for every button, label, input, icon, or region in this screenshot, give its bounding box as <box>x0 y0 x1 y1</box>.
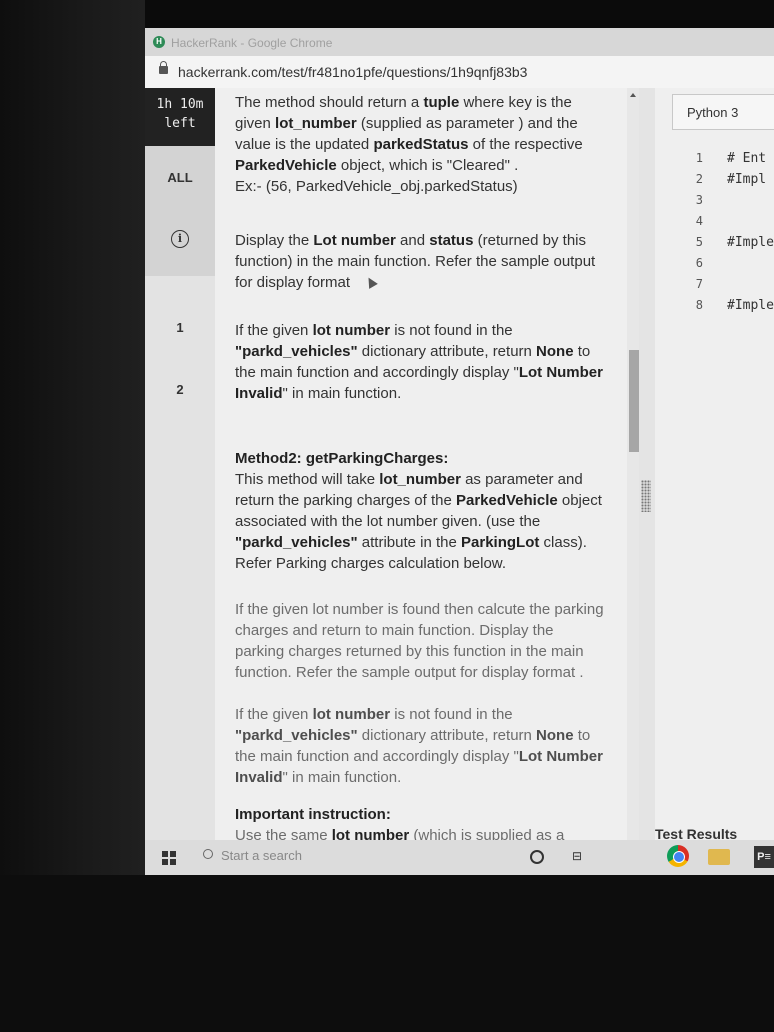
return-tuple-paragraph: The method should return a tuple where k… <box>235 94 583 195</box>
language-select[interactable]: Python 3 <box>672 94 774 130</box>
sidebar-item-info[interactable]: i <box>145 208 215 276</box>
code-line[interactable]: 4 <box>655 214 774 234</box>
pane-splitter[interactable] <box>639 88 655 875</box>
chrome-icon[interactable] <box>667 845 689 867</box>
sidebar-item-all[interactable]: ALL <box>145 146 215 208</box>
cortana-icon[interactable] <box>530 850 544 864</box>
windows-taskbar: Start a search ⊟ P≡ <box>145 840 774 875</box>
scroll-up-arrow-icon[interactable] <box>630 93 636 97</box>
display-paragraph: Display the Lot number and status (retur… <box>235 232 596 291</box>
line-number: 8 <box>695 298 703 312</box>
code-line[interactable]: 8 #Imple <box>655 298 774 318</box>
not-found-paragraph-2: If the given lot number is not found in … <box>235 706 603 786</box>
sidebar-item-question-1[interactable]: 1 <box>145 296 215 358</box>
method2-paragraph: Method2: getParkingCharges: This method w… <box>235 450 602 572</box>
line-number: 1 <box>695 151 703 165</box>
timer-suffix: left <box>164 116 196 131</box>
mouse-cursor-icon <box>364 275 379 289</box>
browser-window: H HackerRank - Google Chrome hackerrank.… <box>145 28 774 875</box>
line-number: 2 <box>695 172 703 186</box>
line-text[interactable]: #Impl <box>727 172 766 187</box>
file-explorer-icon[interactable] <box>708 849 730 865</box>
sidebar-item-label: 2 <box>176 382 184 397</box>
code-line[interactable]: 5 #Imple <box>655 235 774 255</box>
task-view-icon[interactable]: ⊟ <box>572 849 586 863</box>
url-text[interactable]: hackerrank.com/test/fr481no1pfe/question… <box>178 64 527 80</box>
code-line[interactable]: 3 <box>655 193 774 213</box>
question-description: The method should return a tuple where k… <box>215 88 627 875</box>
code-line[interactable]: 1 # Ent <box>655 151 774 171</box>
important-heading: Important instruction: <box>235 806 391 823</box>
line-text[interactable]: # Ent <box>727 151 766 166</box>
scrollbar-thumb[interactable] <box>629 350 639 452</box>
not-found-paragraph: If the given lot number is not found in … <box>235 322 603 402</box>
monitor-bezel-bottom <box>0 875 774 1032</box>
hackerrank-logo-icon: H <box>153 36 165 48</box>
line-number: 6 <box>695 256 703 270</box>
window-title: HackerRank - Google Chrome <box>171 36 333 50</box>
windows-start-icon[interactable] <box>162 851 176 865</box>
line-number: 4 <box>695 214 703 228</box>
powerpoint-icon[interactable]: P≡ <box>754 846 774 868</box>
line-number: 7 <box>695 277 703 291</box>
description-scrollbar[interactable] <box>627 88 639 875</box>
method2-heading: Method2: getParkingCharges: <box>235 450 449 467</box>
line-number: 3 <box>695 193 703 207</box>
code-editor[interactable]: Python 3 1 # Ent 2 #Impl 3 4 5 #Imple 6 7 8… <box>655 88 774 875</box>
code-line[interactable]: 6 <box>655 256 774 276</box>
drag-handle-icon[interactable] <box>641 480 651 512</box>
code-line[interactable]: 7 <box>655 277 774 297</box>
sidebar-item-label: 1 <box>176 320 184 335</box>
info-icon: i <box>171 230 189 248</box>
lock-icon <box>159 61 168 74</box>
sidebar-item-question-2[interactable]: 2 <box>145 358 215 420</box>
taskbar-search[interactable]: Start a search <box>203 848 302 863</box>
timer-value: 1h 10m <box>156 97 204 112</box>
question-sidebar: 1h 10m left ALL i 1 2 <box>145 88 215 875</box>
search-placeholder: Start a search <box>221 848 302 863</box>
search-icon <box>203 849 213 859</box>
time-remaining: 1h 10m left <box>145 88 215 146</box>
sidebar-item-label: ALL <box>167 170 193 185</box>
line-text[interactable]: #Imple <box>727 298 774 313</box>
charges-paragraph: If the given lot number is found then ca… <box>235 601 604 681</box>
line-number: 5 <box>695 235 703 249</box>
line-text[interactable]: #Imple <box>727 235 774 250</box>
address-bar[interactable]: hackerrank.com/test/fr481no1pfe/question… <box>145 56 774 89</box>
code-line[interactable]: 2 #Impl <box>655 172 774 192</box>
window-titlebar: H HackerRank - Google Chrome <box>145 28 774 56</box>
